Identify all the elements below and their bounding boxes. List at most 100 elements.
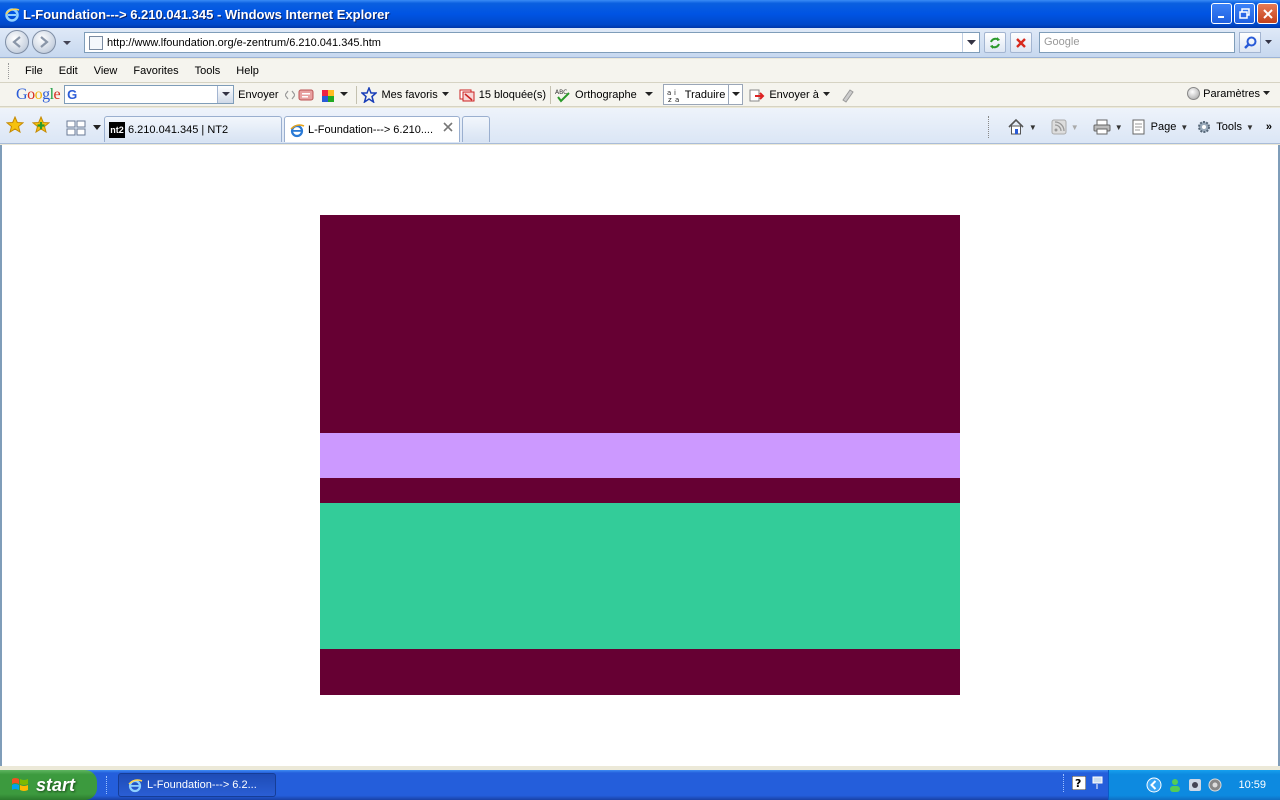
forward-button[interactable] xyxy=(32,30,56,54)
quick-tabs-button[interactable] xyxy=(66,117,102,138)
settings-label: Paramètres xyxy=(1203,87,1260,100)
print-dropdown[interactable]: ▼ xyxy=(1115,123,1123,132)
chevron-down-icon xyxy=(340,92,349,96)
settings-radio-icon xyxy=(1187,87,1201,100)
taskbar-grip[interactable] xyxy=(106,776,109,794)
restore-button[interactable] xyxy=(1234,3,1255,24)
spellcheck-button[interactable]: ABC Orthographe xyxy=(555,87,637,103)
minimize-button[interactable] xyxy=(1211,3,1232,24)
menu-help[interactable]: Help xyxy=(228,65,267,77)
menu-file[interactable]: File xyxy=(17,65,51,77)
clock[interactable]: 10:59 xyxy=(1238,779,1266,791)
translate-button[interactable]: aiza Traduire xyxy=(662,84,744,105)
menu-tools[interactable]: Tools xyxy=(187,65,229,77)
send-to-button[interactable]: Envoyer à xyxy=(749,87,830,103)
security-icon[interactable] xyxy=(1188,778,1202,792)
google-search-input[interactable]: G xyxy=(64,85,235,104)
close-button[interactable] xyxy=(1257,3,1278,24)
chevron-more-icon[interactable]: » xyxy=(1266,121,1272,133)
favorites-center-star-icon[interactable] xyxy=(6,116,24,134)
favorites-menu[interactable]: Mes favoris xyxy=(361,86,449,103)
toolbar-separator xyxy=(356,85,358,104)
command-bar: ▼ ▼ ▼ Page ▼ Tools ▼ » xyxy=(987,116,1272,138)
tab-lfoundation[interactable]: L-Foundation---> 6.210.... xyxy=(284,116,460,142)
menu-edit[interactable]: Edit xyxy=(51,65,86,77)
tab-nt2[interactable]: nt2 6.210.041.345 | NT2 xyxy=(104,116,282,142)
tab-label: 6.210.041.345 | NT2 xyxy=(128,123,229,136)
tab-label: L-Foundation---> 6.210.... xyxy=(308,123,434,136)
news-icon[interactable] xyxy=(298,87,314,103)
spellcheck-dropdown[interactable] xyxy=(641,87,657,103)
toolbar-grip[interactable] xyxy=(8,62,11,79)
help-icon[interactable]: ? xyxy=(1072,776,1086,790)
toolbar-grip[interactable] xyxy=(987,116,991,138)
ie-icon xyxy=(5,8,20,22)
toolbar-arrows-icon[interactable] xyxy=(282,87,298,103)
address-toolbar: http://www.lfoundation.org/e-zentrum/6.2… xyxy=(0,28,1280,58)
arrow-right-icon xyxy=(40,36,49,48)
chevron-down-icon xyxy=(1264,40,1272,44)
settings-button[interactable]: Paramètres xyxy=(1187,87,1270,100)
search-icon xyxy=(1243,36,1256,49)
spellcheck-icon: ABC xyxy=(555,89,570,103)
messenger-icon[interactable] xyxy=(1168,778,1182,792)
tools-label: Tools xyxy=(1216,121,1242,133)
star-outline-icon xyxy=(361,86,378,103)
tab-list-dropdown-icon[interactable] xyxy=(92,124,102,131)
search-button[interactable] xyxy=(1239,32,1261,53)
print-icon[interactable] xyxy=(1093,119,1111,135)
page-content xyxy=(0,145,1280,766)
search-options-dropdown[interactable] xyxy=(1262,32,1274,53)
flag-band-2 xyxy=(320,433,960,478)
feeds-icon[interactable] xyxy=(1051,119,1067,135)
send-to-icon xyxy=(749,89,765,101)
address-dropdown-button[interactable] xyxy=(962,33,979,52)
favorites-label: Mes favoris xyxy=(381,88,438,101)
blocked-count: 15 bloquée(s) xyxy=(478,88,547,101)
google-toolbar: Google G Envoyer Mes favoris 15 bloquée(… xyxy=(0,83,1280,107)
highlighter-icon[interactable] xyxy=(840,87,856,103)
address-input[interactable]: http://www.lfoundation.org/e-zentrum/6.2… xyxy=(84,32,980,53)
add-favorite-icon[interactable] xyxy=(32,116,50,134)
tray-grip[interactable] xyxy=(1063,774,1066,792)
recent-pages-dropdown-icon[interactable] xyxy=(62,38,72,48)
svg-text:?: ? xyxy=(1075,777,1081,790)
refresh-button[interactable] xyxy=(984,32,1006,53)
page-menu[interactable]: Page ▼ xyxy=(1131,119,1188,135)
chevron-down-icon xyxy=(822,92,830,96)
menu-view[interactable]: View xyxy=(86,65,126,77)
tools-menu[interactable]: Tools ▼ xyxy=(1196,119,1254,135)
puzzle-icon[interactable] xyxy=(320,87,336,103)
network-icon[interactable] xyxy=(1092,774,1104,792)
home-icon[interactable] xyxy=(1007,118,1025,136)
feeds-dropdown[interactable]: ▼ xyxy=(1071,123,1079,132)
svg-text:z: z xyxy=(668,96,672,103)
stop-icon xyxy=(1016,37,1026,48)
taskbar-item-ie[interactable]: L-Foundation---> 6.2... xyxy=(118,773,276,797)
translate-dropdown[interactable] xyxy=(728,85,741,104)
minimize-icon xyxy=(1217,15,1224,18)
google-search-dropdown[interactable] xyxy=(217,86,234,103)
refresh-icon xyxy=(990,36,1000,49)
start-button[interactable]: start xyxy=(0,770,97,800)
popup-blocker-button[interactable]: 15 bloquée(s) xyxy=(459,87,546,103)
flag-band-3 xyxy=(320,478,960,503)
close-tab-icon[interactable] xyxy=(443,122,453,132)
quick-tabs-icon xyxy=(66,120,86,135)
volume-icon[interactable] xyxy=(1208,778,1222,792)
stop-button[interactable] xyxy=(1010,32,1032,53)
home-dropdown[interactable]: ▼ xyxy=(1029,123,1037,132)
menu-favorites[interactable]: Favorites xyxy=(125,65,186,77)
expand-tray-icon[interactable] xyxy=(1146,777,1162,793)
search-input[interactable]: Google xyxy=(1039,32,1235,53)
google-g-icon: G xyxy=(67,87,78,102)
google-logo[interactable]: Google xyxy=(16,86,61,104)
back-button[interactable] xyxy=(5,30,29,54)
new-tab-button[interactable] xyxy=(462,116,490,142)
google-send-button[interactable]: Envoyer xyxy=(238,89,278,101)
popup-blocked-icon xyxy=(459,89,475,101)
taskbar: start L-Foundation---> 6.2... ? 10:59 xyxy=(0,770,1280,800)
svg-text:ABC: ABC xyxy=(555,89,567,96)
puzzle-dropdown[interactable] xyxy=(336,87,352,103)
start-label: start xyxy=(36,774,76,795)
